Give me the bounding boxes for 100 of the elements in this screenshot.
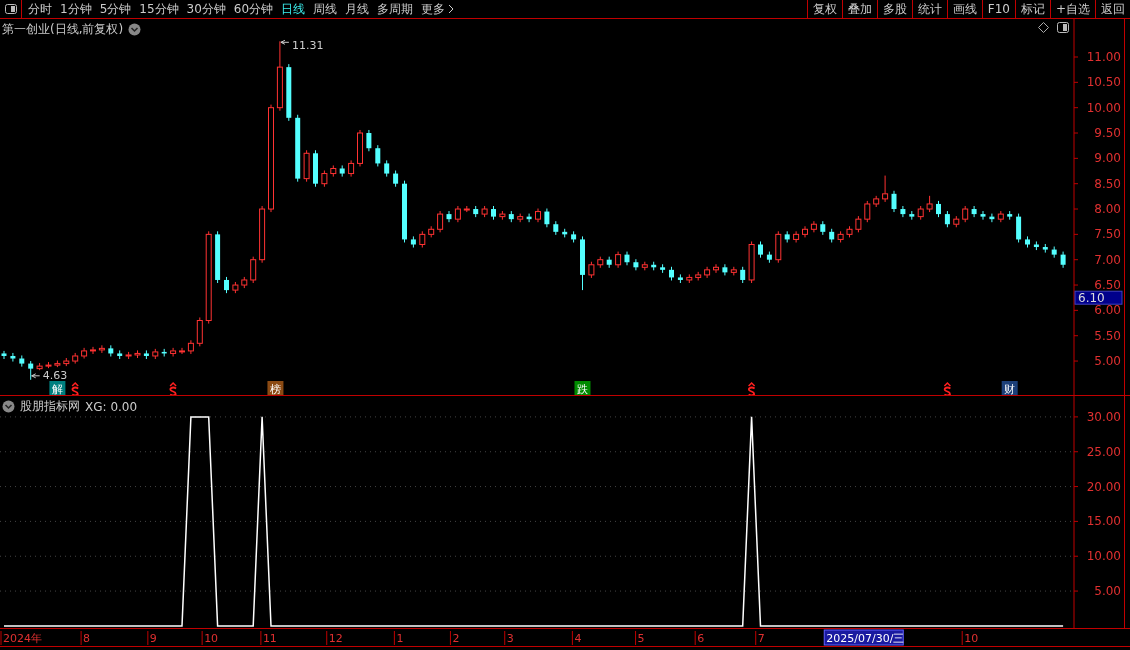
period-tab[interactable]: 15分钟 [135, 0, 183, 18]
toolbar-button[interactable]: 统计 [911, 0, 947, 18]
date-tick-label: 2024年 [3, 632, 42, 645]
arrow-left-icon [31, 373, 41, 379]
toolbar-button[interactable]: F10 [981, 0, 1015, 18]
candlestick [775, 230, 782, 264]
candlestick [152, 348, 159, 360]
candlestick [63, 357, 70, 367]
period-tab[interactable]: 60分钟 [229, 0, 278, 18]
price-tick-label: 10.00 [1086, 100, 1121, 115]
dropdown-icon[interactable] [128, 23, 142, 36]
candlestick [1060, 251, 1066, 269]
cursor-date-tag: 2025/07/30/三 [823, 629, 905, 646]
period-tab[interactable]: 1分钟 [56, 0, 96, 18]
candlestick [303, 149, 310, 183]
candlestick [909, 210, 915, 221]
dollar-icon[interactable] [71, 381, 80, 395]
candlestick [900, 205, 906, 218]
candlestick [615, 251, 622, 269]
toolbar-button[interactable]: 标记 [1014, 0, 1050, 18]
candlestick [339, 164, 345, 178]
candlestick [19, 354, 25, 368]
price-tick-label: 5.00 [1094, 354, 1121, 369]
period-tab[interactable]: 更多 [417, 0, 459, 18]
candlestick [481, 205, 488, 218]
candlestick [820, 220, 826, 236]
candlestick [143, 349, 149, 360]
indicator-tick-label: 25.00 [1086, 444, 1121, 459]
toolbar-button[interactable]: 叠加 [841, 0, 877, 18]
candlestick [997, 210, 1004, 223]
price-tick-label: 7.50 [1094, 227, 1121, 242]
period-tab[interactable]: 30分钟 [182, 0, 230, 18]
dropdown-icon[interactable] [2, 400, 15, 413]
period-tab[interactable]: 多周期 [373, 0, 418, 18]
date-tick-label: 6 [697, 632, 705, 645]
candlestick [1016, 213, 1022, 243]
indicator-title: 股朋指标网 [20, 398, 80, 415]
toolbar-button[interactable]: +自选 [1049, 0, 1095, 18]
price-tick-label: 8.00 [1094, 202, 1121, 217]
candlestick [580, 235, 585, 291]
period-tab[interactable]: 分时 [24, 0, 56, 18]
candlestick [161, 348, 167, 357]
candlestick [508, 210, 514, 223]
event-tag[interactable]: 解 [49, 381, 66, 395]
candlestick [81, 347, 88, 359]
date-tick-label: 1 [396, 632, 404, 645]
date-tick-label: 9 [149, 632, 157, 645]
event-tag[interactable]: 跌 [574, 381, 591, 395]
candlestick [45, 361, 52, 369]
event-tag[interactable]: 榜 [267, 381, 284, 395]
date-tick-label: 2 [452, 632, 460, 645]
candlestick [437, 210, 444, 233]
dollar-icon[interactable] [169, 381, 177, 395]
date-tick-label: 10 [204, 632, 219, 645]
candlestick [758, 240, 763, 259]
period-tab[interactable]: 月线 [341, 0, 374, 18]
candlestick [641, 261, 648, 271]
candlestick [624, 251, 630, 266]
candlestick [117, 349, 123, 360]
low-price-label: 4.63 [42, 368, 68, 382]
high-price-label: 11.31 [291, 39, 324, 53]
candlestick [402, 180, 407, 243]
candlestick [295, 114, 301, 183]
candlestick [348, 159, 355, 178]
candlestick [491, 205, 496, 221]
diamond-icon[interactable] [1038, 22, 1049, 33]
candlestick [535, 208, 541, 223]
candlestick [276, 40, 283, 112]
candlestick [864, 200, 871, 223]
candlestick [1007, 210, 1013, 221]
candlestick [606, 256, 612, 269]
candlestick [553, 220, 559, 236]
candlestick [1, 350, 7, 360]
candlestick [651, 261, 657, 271]
candlestick [784, 230, 790, 243]
candlestick [98, 344, 105, 354]
period-tab[interactable]: 周线 [309, 0, 342, 18]
period-tab[interactable]: 5分钟 [95, 0, 136, 18]
candlestick [90, 346, 96, 355]
candlestick [846, 225, 853, 238]
period-tab[interactable]: 日线 [277, 0, 310, 18]
candlestick [837, 230, 844, 243]
candlestick [829, 228, 835, 243]
dollar-icon[interactable] [943, 381, 952, 395]
toolbar-button[interactable]: 复权 [806, 0, 842, 18]
candlestick [562, 228, 568, 238]
candlestick [446, 210, 452, 223]
toolbar-button[interactable]: 画线 [946, 0, 982, 18]
toolbar-button[interactable]: 返回 [1095, 0, 1130, 18]
candlestick [873, 195, 880, 208]
indicator-tick-label: 5.00 [1094, 584, 1121, 599]
candlestick [357, 129, 363, 167]
candlestick [187, 339, 194, 355]
dollar-icon[interactable] [747, 381, 756, 395]
event-tag[interactable]: 财 [1001, 381, 1018, 395]
panel-toggle-icon[interactable] [1057, 22, 1069, 33]
candlestick [891, 190, 897, 213]
candlestick [722, 263, 728, 276]
candlestick [28, 360, 34, 381]
toolbar-button[interactable]: 多股 [876, 0, 912, 18]
